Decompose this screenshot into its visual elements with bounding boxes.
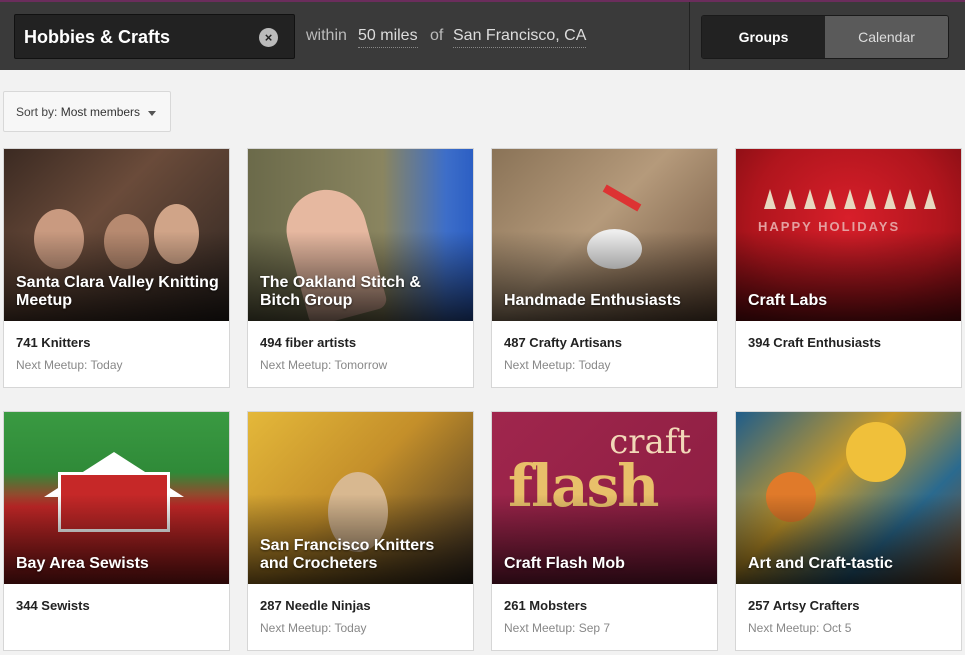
- group-card[interactable]: The Oakland Stitch & Bitch Group 494 fib…: [247, 148, 474, 388]
- tree-shape: [864, 189, 876, 209]
- person-shape: [34, 209, 84, 269]
- tree-shape: [784, 189, 796, 209]
- group-members: 494 fiber artists: [260, 335, 357, 350]
- group-members: 257 Artsy Crafters: [748, 598, 860, 613]
- group-photo: Bay Area Sewists: [4, 412, 229, 584]
- next-meetup: Next Meetup: Oct 5: [748, 621, 852, 635]
- location-selector[interactable]: San Francisco, CA: [453, 27, 587, 48]
- person-shape: [104, 214, 149, 269]
- search-header: Hobbies & Crafts × within 50 miles of Sa…: [0, 2, 965, 70]
- sort-value: Most members: [60, 105, 141, 119]
- next-meetup: Next Meetup: Today: [504, 358, 611, 372]
- person-shape: [154, 204, 199, 264]
- group-photo: Santa Clara Valley Knitting Meetup: [4, 149, 229, 321]
- group-card[interactable]: Handmade Enthusiasts 487 Crafty Artisans…: [491, 148, 718, 388]
- group-members: 487 Crafty Artisans: [504, 335, 623, 350]
- within-label: within: [306, 27, 347, 44]
- group-members: 741 Knitters: [16, 335, 91, 350]
- tree-shape: [904, 189, 916, 209]
- group-card[interactable]: San Francisco Knitters and Crocheters 28…: [247, 411, 474, 651]
- group-photo: HAPPY HOLIDAYS Craft Labs: [736, 149, 961, 321]
- group-title[interactable]: Handmade Enthusiasts: [504, 292, 707, 310]
- flower-shape: [846, 422, 906, 482]
- group-members: 287 Needle Ninjas: [260, 598, 371, 613]
- group-photo: Art and Craft-tastic: [736, 412, 961, 584]
- next-meetup: Next Meetup: Today: [16, 358, 123, 372]
- group-title[interactable]: Bay Area Sewists: [16, 555, 219, 573]
- view-toggle: Groups Calendar: [701, 15, 949, 59]
- group-title[interactable]: Craft Flash Mob: [504, 555, 707, 573]
- calendar-view-button[interactable]: Calendar: [825, 16, 948, 58]
- sort-dropdown[interactable]: Sort by: Most members: [3, 91, 171, 132]
- group-title[interactable]: The Oakland Stitch & Bitch Group: [260, 274, 463, 310]
- groups-view-button[interactable]: Groups: [702, 16, 825, 58]
- group-title[interactable]: Santa Clara Valley Knitting Meetup: [16, 274, 219, 310]
- next-meetup: Next Meetup: Today: [260, 621, 367, 635]
- group-members: 344 Sewists: [16, 598, 90, 613]
- flash-logo-text: flash: [508, 452, 659, 520]
- distance-selector[interactable]: 50 miles: [358, 27, 418, 48]
- flower-shape: [766, 472, 816, 522]
- header-divider: [689, 2, 690, 70]
- group-photo: Handmade Enthusiasts: [492, 149, 717, 321]
- group-title[interactable]: Art and Craft-tastic: [748, 555, 951, 573]
- caret-down-icon: [148, 111, 156, 116]
- group-photo: The Oakland Stitch & Bitch Group: [248, 149, 473, 321]
- tree-shape: [804, 189, 816, 209]
- group-card[interactable]: craft flash Craft Flash Mob 261 Mobsters…: [491, 411, 718, 651]
- group-title[interactable]: Craft Labs: [748, 292, 951, 310]
- group-card[interactable]: HAPPY HOLIDAYS Craft Labs 394 Craft Enth…: [735, 148, 962, 388]
- scissors-shape: [602, 184, 642, 212]
- group-photo: craft flash Craft Flash Mob: [492, 412, 717, 584]
- next-meetup: Next Meetup: Tomorrow: [260, 358, 388, 372]
- tree-shape: [924, 189, 936, 209]
- barn-shape: [58, 472, 170, 532]
- tree-shape: [844, 189, 856, 209]
- of-label: of: [430, 27, 444, 44]
- sort-label: Sort by: Most members: [16, 105, 141, 119]
- search-input[interactable]: Hobbies & Crafts ×: [14, 14, 295, 59]
- group-members: 261 Mobsters: [504, 598, 588, 613]
- tree-shape: [884, 189, 896, 209]
- group-card[interactable]: Bay Area Sewists 344 Sewists: [3, 411, 230, 651]
- next-meetup: Next Meetup: Sep 7: [504, 621, 611, 635]
- clear-search-icon[interactable]: ×: [259, 28, 278, 47]
- group-members: 394 Craft Enthusiasts: [748, 335, 881, 350]
- group-card[interactable]: Art and Craft-tastic 257 Artsy Crafters …: [735, 411, 962, 651]
- holiday-text: HAPPY HOLIDAYS: [758, 219, 901, 234]
- group-title[interactable]: San Francisco Knitters and Crocheters: [260, 537, 463, 573]
- tree-shape: [824, 189, 836, 209]
- tree-shape: [764, 189, 776, 209]
- group-card[interactable]: Santa Clara Valley Knitting Meetup 741 K…: [3, 148, 230, 388]
- search-query[interactable]: Hobbies & Crafts: [24, 27, 170, 48]
- palette-shape: [587, 229, 642, 269]
- group-photo: San Francisco Knitters and Crocheters: [248, 412, 473, 584]
